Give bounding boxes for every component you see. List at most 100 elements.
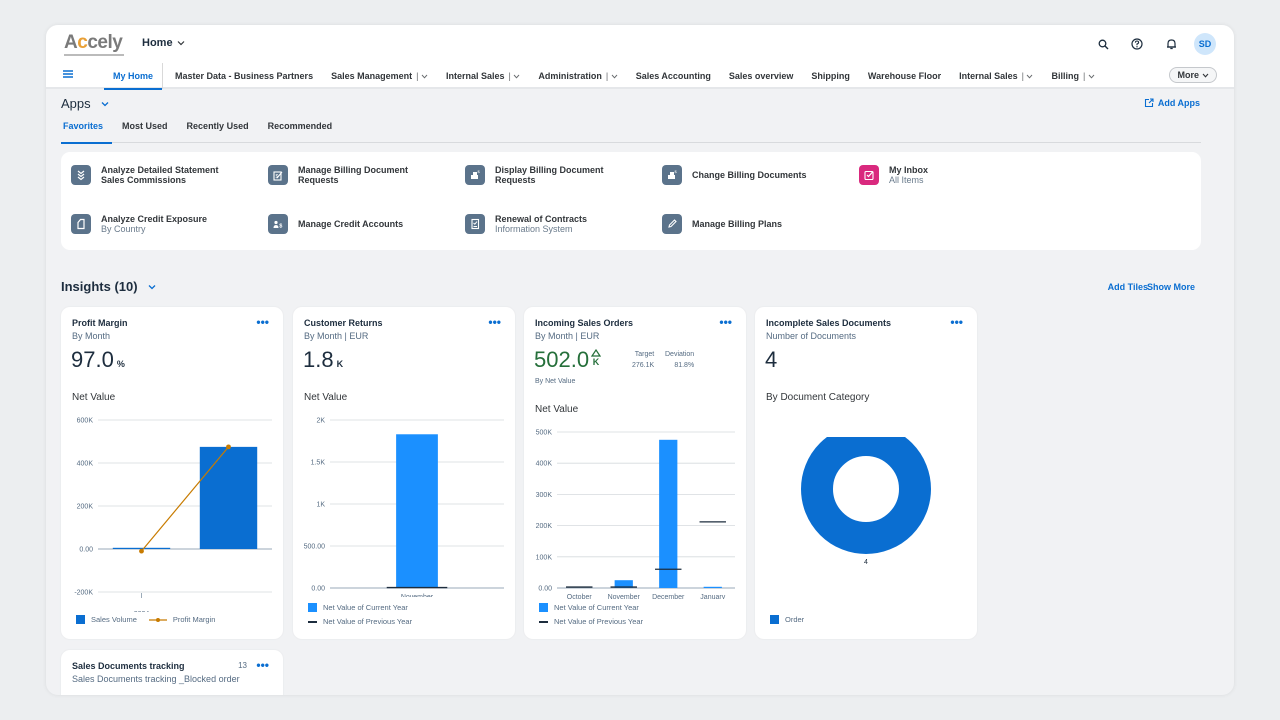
- home-menu-button[interactable]: Home: [142, 37, 185, 49]
- more-label: More: [1177, 70, 1199, 80]
- add-apps-button[interactable]: Add Apps: [1144, 98, 1200, 108]
- x-tick-label: November: [401, 594, 434, 597]
- nav-item-label: My Home: [113, 71, 154, 81]
- legend-swatch-current-year: [308, 603, 317, 612]
- nav-item-warehouse-floor[interactable]: Warehouse Floor: [859, 63, 950, 89]
- nav-item-master-data-business-partners[interactable]: Master Data - Business Partners: [166, 63, 322, 89]
- nav-item-shipping[interactable]: Shipping: [802, 63, 859, 89]
- insights-title: Insights (10): [61, 279, 138, 294]
- show-more-button[interactable]: Show More: [1147, 282, 1195, 292]
- nav-item-sales-accounting[interactable]: Sales Accounting: [627, 63, 720, 89]
- app-manage-billing-document[interactable]: $ Manage Billing Document Requests: [268, 165, 458, 185]
- tab-most-used[interactable]: Most Used: [120, 121, 177, 143]
- customer-returns-card[interactable]: Customer Returns By Month | EUR ••• 1.8 K…: [293, 307, 515, 639]
- nav-item-label: Internal Sales: [959, 71, 1018, 81]
- billing-document-icon: $: [662, 165, 682, 185]
- tab-recommended[interactable]: Recommended: [266, 121, 342, 143]
- app-manage-billing-plans[interactable]: Manage Billing Plans: [662, 214, 852, 234]
- user-avatar[interactable]: SD: [1194, 33, 1216, 55]
- bar: [199, 446, 258, 549]
- chevron-down-icon[interactable]: |: [508, 71, 520, 81]
- incoming-sales-orders-chart: 500K 400K 300K 200K 100K 0.00 October November D…: [536, 430, 735, 599]
- y-tick-label: 2K: [316, 418, 325, 425]
- y-tick-label: 0.00: [79, 547, 93, 554]
- app-text: Manage Credit Accounts: [298, 219, 403, 229]
- nav-item-label: Warehouse Floor: [867, 71, 942, 81]
- chevron-down-icon[interactable]: |: [1022, 71, 1034, 81]
- app-text: Analyze Credit Exposure By Country: [101, 214, 207, 234]
- y-tick-label: 500.00: [304, 544, 326, 551]
- company-logo[interactable]: Accely: [64, 32, 123, 54]
- nav-item-billing[interactable]: Billing |: [1042, 63, 1103, 89]
- app-title: Renewal of Contracts: [495, 214, 588, 224]
- add-apps-label: Add Apps: [1157, 98, 1200, 108]
- nav-item-label: Billing: [1051, 71, 1079, 81]
- app-change-billing-documents[interactable]: $ Change Billing Documents: [662, 165, 852, 185]
- apps-section-header[interactable]: Apps: [61, 96, 109, 111]
- chevron-down-icon[interactable]: |: [606, 71, 618, 81]
- app-analyze-credit-exposure[interactable]: Analyze Credit Exposure By Country: [71, 214, 261, 234]
- app-text: My Inbox All Items: [889, 165, 928, 185]
- card-subtitle: By Month: [72, 331, 111, 341]
- card-more-button[interactable]: •••: [488, 316, 501, 328]
- y-tick-label: 100K: [536, 554, 553, 561]
- nav-item-sales-management[interactable]: Sales Management |: [322, 63, 437, 89]
- bar: [396, 434, 438, 588]
- tab-recently-used[interactable]: Recently Used: [185, 121, 258, 143]
- profit-margin-chart: 600K 400K 200K 0.00 -200K 2024: [74, 418, 272, 612]
- incomplete-sales-documents-card[interactable]: Incomplete Sales Documents Number of Doc…: [755, 307, 977, 639]
- legend-line-previous-year: [308, 620, 317, 623]
- logo-text-rest: cely: [87, 32, 123, 53]
- nav-item-sales-overview[interactable]: Sales overview: [720, 63, 803, 89]
- tab-favorites[interactable]: Favorites: [61, 121, 113, 144]
- menu-button[interactable]: [61, 67, 77, 83]
- y-tick-label: 500K: [536, 430, 553, 437]
- nav-item-my-home[interactable]: My Home: [104, 63, 164, 90]
- document-icon: [71, 214, 91, 234]
- app-text: Change Billing Documents: [692, 170, 807, 180]
- nav-item-internal-sales[interactable]: Internal Sales |: [950, 63, 1042, 89]
- card-more-button[interactable]: •••: [719, 316, 732, 328]
- nav-item-internal-sales[interactable]: Internal Sales |: [437, 63, 529, 89]
- app-display-billing-document[interactable]: $ Display Billing Document Requests: [465, 165, 655, 185]
- target-label: Target: [634, 351, 655, 358]
- search-button[interactable]: [1092, 33, 1114, 55]
- card-title: Customer Returns: [304, 318, 383, 328]
- insights-section-header[interactable]: Insights (10): [61, 279, 156, 294]
- legend-line-previous-year: [539, 620, 548, 623]
- nav-item-label: Sales Accounting: [635, 71, 711, 81]
- app-text: Manage Billing Plans: [692, 219, 782, 229]
- app-title-line2: Requests: [495, 175, 536, 185]
- chevron-down-icon[interactable]: |: [1083, 71, 1095, 81]
- svg-text:$: $: [276, 174, 279, 180]
- more-button[interactable]: More: [1169, 67, 1217, 83]
- bar: [659, 439, 678, 588]
- add-tiles-button[interactable]: Add Tiles: [1108, 282, 1148, 292]
- help-button[interactable]: [1126, 33, 1148, 55]
- app-my-inbox[interactable]: My Inbox All Items: [859, 165, 1049, 185]
- app-title: Analyze Detailed Statement: [101, 165, 219, 175]
- app-manage-credit-accounts[interactable]: $ Manage Credit Accounts: [268, 214, 458, 234]
- nav-item-administration[interactable]: Administration |: [529, 63, 626, 89]
- sales-documents-tracking-card[interactable]: Sales Documents tracking Sales Documents…: [61, 650, 283, 695]
- card-more-button[interactable]: •••: [950, 316, 963, 328]
- chevron-down-icon: [101, 99, 109, 109]
- target-value: 276.1K: [632, 362, 655, 369]
- legend-swatch-order: [770, 615, 779, 624]
- incoming-sales-orders-card[interactable]: Incoming Sales Orders By Month | EUR •••…: [524, 307, 746, 639]
- svg-text:$: $: [675, 169, 678, 174]
- profit-margin-card[interactable]: Profit Margin By Month ••• 97.0% Net Val…: [61, 307, 283, 639]
- card-more-button[interactable]: •••: [256, 659, 269, 671]
- legend-label: Net Value of Current Year: [323, 603, 408, 612]
- deviation-label: Deviation: [665, 351, 695, 358]
- kpi-number: 1.8: [303, 347, 334, 372]
- app-analyze-detailed-statement[interactable]: Analyze Detailed Statement Sales Commissi…: [71, 165, 261, 185]
- notifications-button[interactable]: [1160, 33, 1182, 55]
- kpi-unit: K: [336, 359, 344, 369]
- nav-item-label: Sales Management: [331, 71, 413, 81]
- y-tick-label: 1K: [316, 502, 325, 509]
- chevron-down-icon[interactable]: |: [416, 71, 428, 81]
- card-more-button[interactable]: •••: [256, 316, 269, 328]
- app-renewal-of-contracts[interactable]: Renewal of Contracts Information System: [465, 214, 655, 234]
- launchpad-window: Accely Home SD My Home Master Data - Busi…: [46, 25, 1234, 695]
